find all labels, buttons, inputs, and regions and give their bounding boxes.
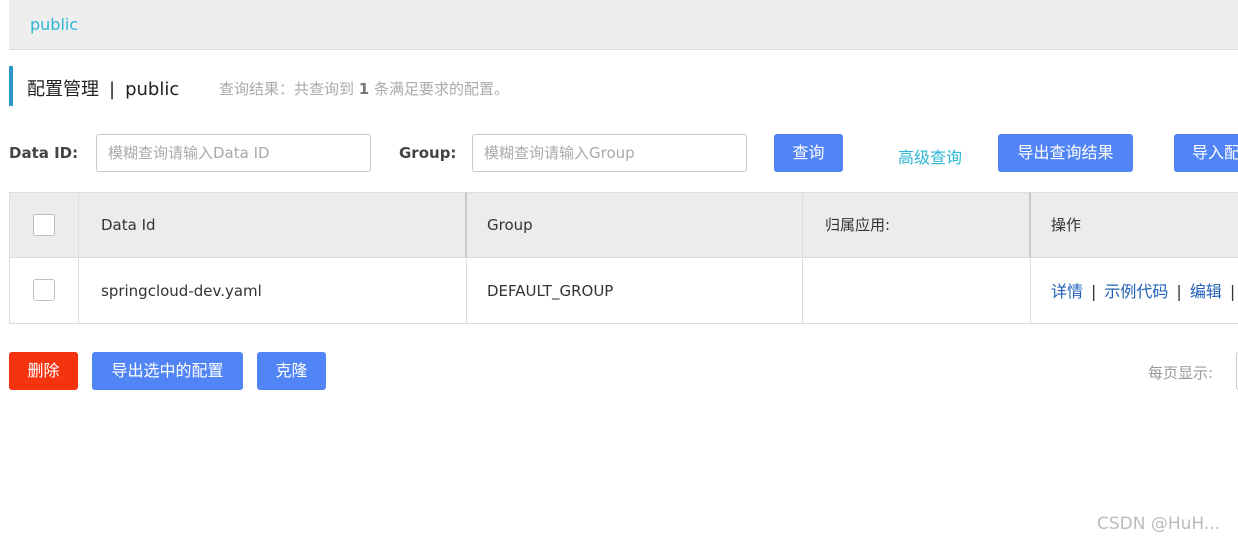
namespace-bar: public — [9, 0, 1238, 50]
page-header: 配置管理 | public 查询结果：共查询到 1 条满足要求的配置。 — [9, 66, 1238, 106]
table-row: springcloud-dev.yaml DEFAULT_GROUP 详情 | 示例… — [10, 259, 1238, 323]
advanced-query-link[interactable]: 高级查询 — [898, 144, 962, 168]
export-results-button[interactable]: 导出查询结果 — [998, 134, 1133, 172]
page-title: 配置管理 | public — [27, 75, 179, 101]
per-page-label: 每页显示: — [1148, 364, 1214, 382]
query-button[interactable]: 查询 — [774, 134, 843, 172]
column-header-data-id[interactable]: Data Id — [79, 193, 467, 258]
table-header: Data Id Group 归属应用: 操作 — [10, 193, 1238, 258]
row-app — [803, 259, 1031, 323]
page-title-namespace: public — [125, 79, 180, 100]
header-select-cell — [10, 193, 79, 258]
column-header-group[interactable]: Group — [465, 193, 803, 258]
column-header-actions: 操作 — [1051, 216, 1082, 234]
row-select-cell — [10, 259, 79, 323]
search-toolbar: Data ID: Group: 查询 高级查询 导出查询结果 导入配置 — [0, 134, 1238, 172]
result-prefix: 查询结果：共查询到 — [219, 80, 355, 98]
sample-code-link[interactable]: 示例代码 — [1104, 282, 1168, 301]
detail-link[interactable]: 详情 — [1051, 282, 1083, 301]
row-group: DEFAULT_GROUP — [465, 259, 803, 323]
page-title-label: 配置管理 — [27, 79, 99, 100]
select-all-checkbox[interactable] — [33, 214, 55, 236]
group-label: Group: — [399, 144, 457, 162]
data-id-search-input[interactable] — [96, 134, 371, 172]
watermark: CSDN @HuH... — [1097, 514, 1221, 534]
clone-button[interactable]: 克隆 — [257, 352, 326, 390]
config-table: Data Id Group 归属应用: 操作 springcloud-dev.y… — [9, 192, 1238, 324]
group-search-input[interactable] — [472, 134, 747, 172]
title-accent-bar — [9, 66, 13, 106]
column-header-app[interactable]: 归属应用: — [803, 193, 1031, 258]
row-data-id: springcloud-dev.yaml — [79, 259, 467, 323]
row-actions: 详情 | 示例代码 | 编辑 | — [1051, 282, 1236, 301]
result-count: 1 — [358, 80, 370, 98]
delete-button[interactable]: 删除 — [9, 352, 78, 390]
edit-link[interactable]: 编辑 — [1190, 282, 1222, 301]
row-checkbox[interactable] — [33, 279, 55, 301]
title-separator: | — [109, 79, 116, 100]
query-result-summary: 查询结果：共查询到 1 条满足要求的配置。 — [219, 78, 509, 99]
result-suffix: 条满足要求的配置。 — [374, 80, 510, 98]
namespace-tab-public[interactable]: public — [30, 15, 78, 34]
export-selected-button[interactable]: 导出选中的配置 — [92, 352, 243, 390]
data-id-label: Data ID: — [9, 144, 79, 162]
import-config-button[interactable]: 导入配置 — [1174, 134, 1238, 172]
bulk-actions-bar: 删除 导出选中的配置 克隆 每页显示: — [0, 352, 1238, 390]
